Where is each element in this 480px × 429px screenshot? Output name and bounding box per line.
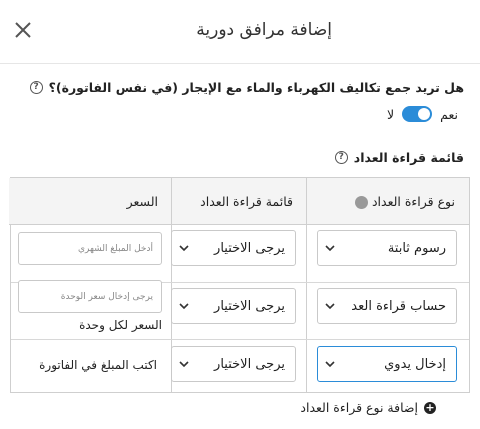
- meter-list-title-text: قائمة قراءة العداد: [353, 150, 464, 165]
- toggle-yes-label: نعم: [440, 106, 458, 122]
- chevron-down-icon: [179, 361, 189, 368]
- header-price: السعر: [9, 178, 172, 225]
- combine-question-text: هل تريد جمع تكاليف الكهرباء والماء مع ال…: [48, 80, 464, 95]
- row-divider: [11, 339, 469, 340]
- chevron-down-icon: [325, 245, 335, 252]
- dialog-header: إضافة مرافق دورية: [0, 0, 480, 64]
- dialog-title: إضافة مرافق دورية: [196, 20, 332, 40]
- add-meter-type-link[interactable]: + إضافة نوع قراءة العداد: [300, 400, 436, 415]
- help-icon[interactable]: ?: [334, 151, 348, 164]
- meter-list-select[interactable]: يرجى الاختيار: [171, 346, 296, 382]
- add-utilities-dialog: إضافة مرافق دورية هل تريد جمع تكاليف الك…: [0, 0, 480, 429]
- plus-circle-icon: +: [424, 400, 436, 414]
- combine-toggle-row: نعم لا: [387, 106, 458, 122]
- header-meter-list: قائمة قراءة العداد: [172, 178, 307, 225]
- meter-type-select[interactable]: رسوم ثابتة: [317, 230, 457, 266]
- meter-type-select[interactable]: إدخال يدوي: [317, 346, 457, 382]
- toggle-no-label: لا: [387, 106, 395, 122]
- column-divider: [306, 178, 307, 392]
- gear-icon: [354, 196, 368, 209]
- chevron-down-icon: [325, 361, 335, 368]
- chevron-down-icon: [179, 303, 189, 310]
- meter-list-select[interactable]: يرجى الاختيار: [171, 230, 296, 266]
- meter-type-select[interactable]: حساب قراءة العد: [317, 288, 457, 324]
- enter-amount-in-invoice-label: اكتب المبلغ في الفاتورة: [39, 358, 157, 372]
- unit-price-input[interactable]: يرجى إدخال سعر الوحدة: [18, 280, 162, 313]
- close-icon[interactable]: [12, 19, 34, 41]
- meter-table: نوع قراءة العداد قائمة قراءة العداد السع…: [9, 177, 470, 393]
- chevron-down-icon: [325, 303, 335, 310]
- combine-toggle[interactable]: [402, 106, 433, 122]
- toggle-knob: [418, 108, 431, 120]
- meter-list-title: قائمة قراءة العداد ?: [334, 150, 464, 165]
- header-meter-type: نوع قراءة العداد: [307, 178, 469, 225]
- help-icon[interactable]: ?: [29, 81, 43, 94]
- combine-question: هل تريد جمع تكاليف الكهرباء والماء مع ال…: [29, 80, 464, 95]
- monthly-amount-input[interactable]: أدخل المبلغ الشهري: [18, 232, 162, 265]
- add-meter-type-label: إضافة نوع قراءة العداد: [300, 400, 418, 415]
- price-per-unit-label: السعر لكل وحدة: [79, 318, 162, 332]
- chevron-down-icon: [179, 245, 189, 252]
- meter-list-select[interactable]: يرجى الاختيار: [171, 288, 296, 324]
